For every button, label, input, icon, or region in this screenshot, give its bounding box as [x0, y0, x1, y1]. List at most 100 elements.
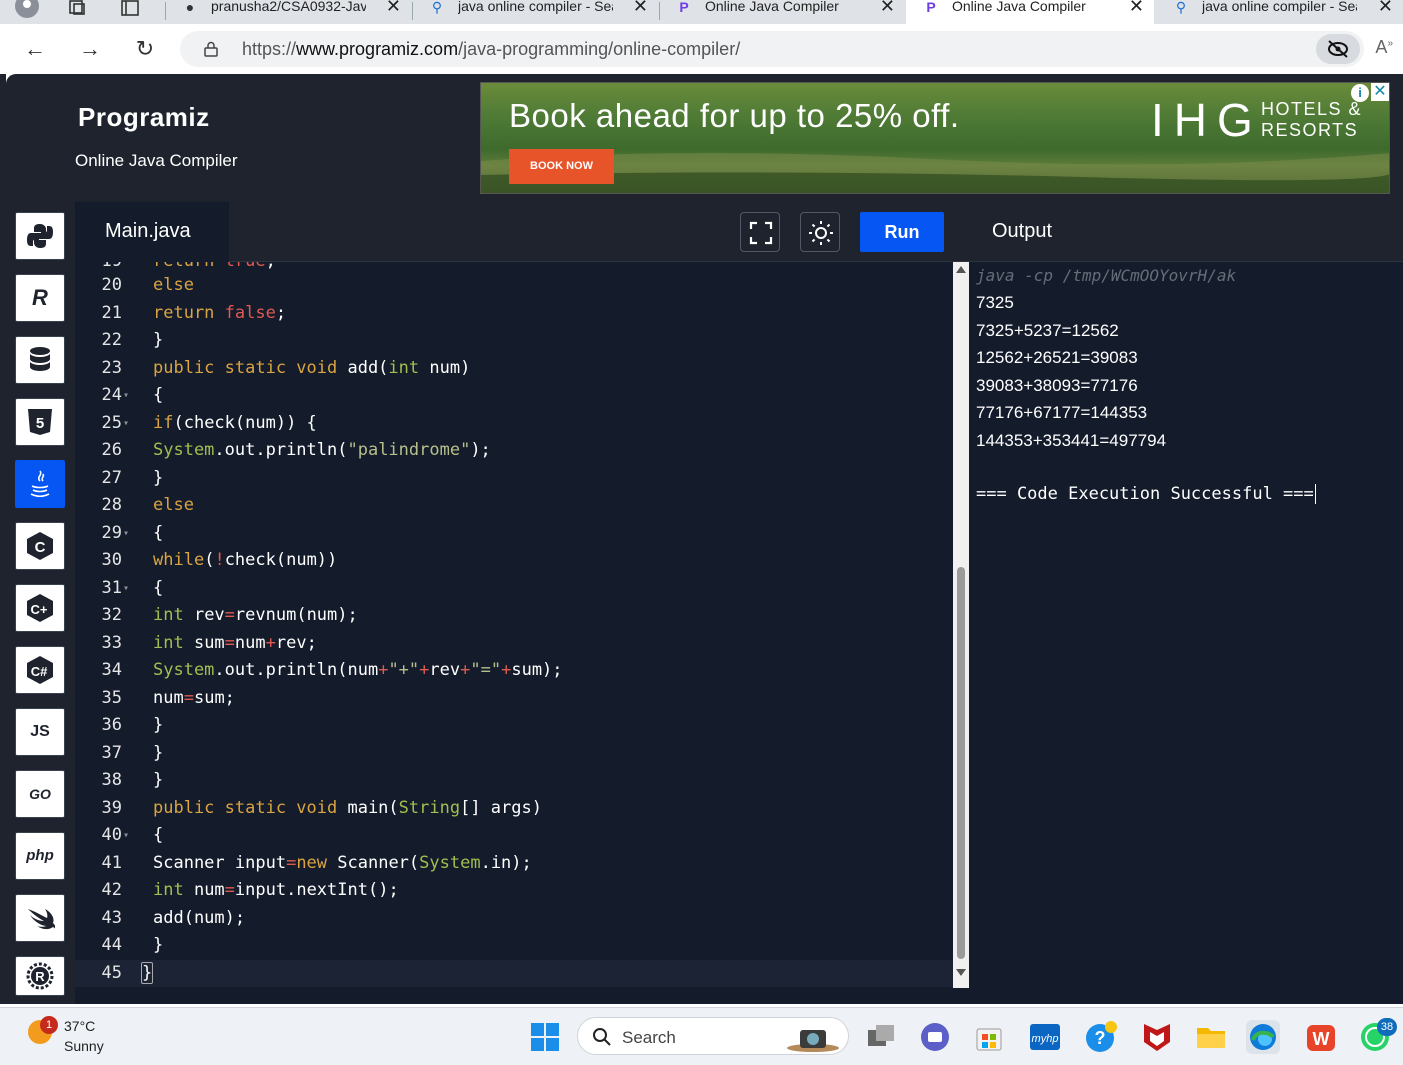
office-icon[interactable]: W [1304, 1020, 1338, 1054]
code-line[interactable]: 26 System.out.println("palindrome"); [75, 437, 953, 464]
code-line[interactable]: 30 while(!check(num)) [75, 547, 953, 574]
code-area[interactable]: 19 return true; 20else21return false;22}… [75, 262, 953, 1004]
code-line[interactable]: 39 public static void main(String[] args) [75, 795, 953, 822]
code-line[interactable]: 25 ▾ if(check(num)) { [75, 410, 953, 437]
line-number: 42 [101, 880, 122, 900]
teams-chat-icon[interactable] [918, 1020, 952, 1054]
lang-java-button[interactable] [15, 460, 65, 508]
lang-c-button[interactable]: C [15, 522, 65, 570]
svg-text:C+: C+ [31, 602, 48, 617]
url-text[interactable]: https://www.programiz.com/java-programmi… [242, 39, 740, 60]
refresh-icon[interactable]: ↻ [130, 35, 160, 63]
code-line[interactable]: 20 else [75, 272, 953, 299]
browser-tab[interactable]: ⚲ java online compiler - Search ✕ [412, 0, 658, 24]
fullscreen-button[interactable] [740, 212, 780, 252]
task-view-icon[interactable] [864, 1020, 898, 1054]
fold-arrow-icon[interactable]: ▾ [123, 410, 129, 437]
close-tab-icon[interactable]: ✕ [633, 0, 648, 15]
lang-go-button[interactable]: GO [15, 770, 65, 818]
fullscreen-icon [749, 221, 773, 245]
search-icon: ⚲ [1175, 0, 1187, 15]
ad-info-icon[interactable]: i [1351, 84, 1369, 102]
mcafee-icon[interactable] [1140, 1020, 1174, 1054]
code-line[interactable]: 38} [75, 767, 953, 794]
output-console[interactable]: java -cp /tmp/WCmOOYovrH/ak 7325 7325+52… [976, 262, 1396, 508]
workspaces-icon[interactable] [62, 0, 92, 22]
weather-temp[interactable]: 37°C [64, 1018, 95, 1034]
scrollbar-thumb[interactable] [957, 567, 965, 959]
back-icon[interactable]: ← [20, 35, 50, 63]
lang-php-button[interactable]: php [15, 832, 65, 880]
close-tab-icon[interactable]: ✕ [880, 0, 895, 15]
fold-arrow-icon[interactable]: ▾ [123, 822, 129, 849]
go-icon: GO [29, 786, 51, 802]
code-line[interactable]: 24 ▾ { [75, 382, 953, 409]
code-line[interactable]: 36} [75, 712, 953, 739]
code-line[interactable]: 40 ▾ { [75, 822, 953, 849]
advertisement-banner[interactable]: Book ahead for up to 25% off. BOOK NOW I… [480, 82, 1390, 194]
forward-icon[interactable]: → [75, 35, 105, 63]
code-line[interactable]: 41 Scanner input=new Scanner(System.in); [75, 850, 953, 877]
close-tab-icon[interactable]: ✕ [1129, 0, 1144, 15]
lang-swift-button[interactable] [15, 894, 65, 942]
browser-tab[interactable]: P Online Java Compiler ✕ [659, 0, 905, 24]
code-line[interactable]: 27} [75, 465, 953, 492]
browser-tab-active[interactable]: P Online Java Compiler ✕ [906, 0, 1154, 24]
fold-arrow-icon[interactable]: ▾ [123, 575, 129, 602]
profile-icon[interactable] [10, 0, 40, 22]
file-explorer-icon[interactable] [1194, 1020, 1228, 1054]
code-line[interactable]: 45} [75, 959, 953, 987]
read-aloud-icon[interactable]: A» [1375, 37, 1393, 58]
run-button[interactable]: Run [860, 212, 944, 252]
scroll-up-icon[interactable] [953, 262, 969, 276]
code-line[interactable]: 31 ▾ { [75, 575, 953, 602]
lang-python-button[interactable] [15, 212, 65, 260]
lang-html-button[interactable]: 5 [15, 398, 65, 446]
fold-arrow-icon[interactable]: ▾ [123, 520, 129, 547]
microsoft-store-icon[interactable] [972, 1020, 1006, 1054]
lang-sql-button[interactable] [15, 336, 65, 384]
scroll-down-icon[interactable] [953, 966, 969, 980]
book-now-button[interactable]: BOOK NOW [509, 149, 614, 184]
tracking-prevention-icon[interactable] [1316, 34, 1360, 64]
code-line[interactable]: 21 return false; [75, 300, 953, 327]
code-line[interactable]: 44} [75, 932, 953, 959]
editor-scrollbar[interactable] [953, 262, 969, 988]
lang-csharp-button[interactable]: C# [15, 646, 65, 694]
address-bar[interactable]: https://www.programiz.com/java-programmi… [180, 31, 1364, 67]
code-line[interactable]: 35 num=sum; [75, 685, 953, 712]
taskbar-search[interactable]: Search [577, 1017, 849, 1055]
close-tab-icon[interactable]: ✕ [1378, 0, 1393, 15]
myhp-icon[interactable]: myhp [1028, 1020, 1062, 1054]
code-line[interactable]: 42 int num=input.nextInt(); [75, 877, 953, 904]
lang-cpp-button[interactable]: C+ [15, 584, 65, 632]
start-icon[interactable] [528, 1020, 562, 1054]
output-line: 12562+26521=39083 [976, 348, 1138, 367]
tab-actions-icon[interactable] [116, 0, 146, 22]
code-line[interactable]: 32 int rev=revnum(num); [75, 602, 953, 629]
programiz-logo[interactable]: Programiz [78, 102, 210, 133]
code-line[interactable]: 22} [75, 327, 953, 354]
ad-close-icon[interactable]: ✕ [1371, 83, 1389, 101]
browser-tab[interactable]: ● pranusha2/CSA0932-Java ✕ [165, 0, 411, 24]
code-line[interactable]: 29 ▾ { [75, 520, 953, 547]
output-panel: Output java -cp /tmp/WCmOOYovrH/ak 7325 … [969, 202, 1403, 1004]
lang-rust-button[interactable]: R [15, 956, 65, 996]
edge-browser-icon[interactable] [1246, 1020, 1280, 1054]
browser-tab[interactable]: ⚲ java online compiler - Search ✕ [1156, 0, 1403, 24]
code-line[interactable]: 43 add(num); [75, 905, 953, 932]
code-line[interactable]: 28 else [75, 492, 953, 519]
close-tab-icon[interactable]: ✕ [386, 0, 401, 15]
code-line[interactable]: 23 public static void add(int num) [75, 355, 953, 382]
svg-text:5: 5 [36, 415, 44, 432]
get-help-icon[interactable]: ? [1084, 1020, 1118, 1054]
code-line[interactable]: 33 int sum=num+rev; [75, 630, 953, 657]
file-tab-main-java[interactable]: Main.java [75, 202, 229, 262]
code-line[interactable]: 34 System.out.println(num+"+"+rev+"="+sum… [75, 657, 953, 684]
lang-js-button[interactable]: JS [15, 708, 65, 756]
weather-condition[interactable]: Sunny [64, 1038, 104, 1054]
fold-arrow-icon[interactable]: ▾ [123, 382, 129, 409]
lang-r-button[interactable]: R [15, 274, 65, 322]
theme-toggle-button[interactable] [800, 212, 840, 252]
code-line[interactable]: 37} [75, 740, 953, 767]
